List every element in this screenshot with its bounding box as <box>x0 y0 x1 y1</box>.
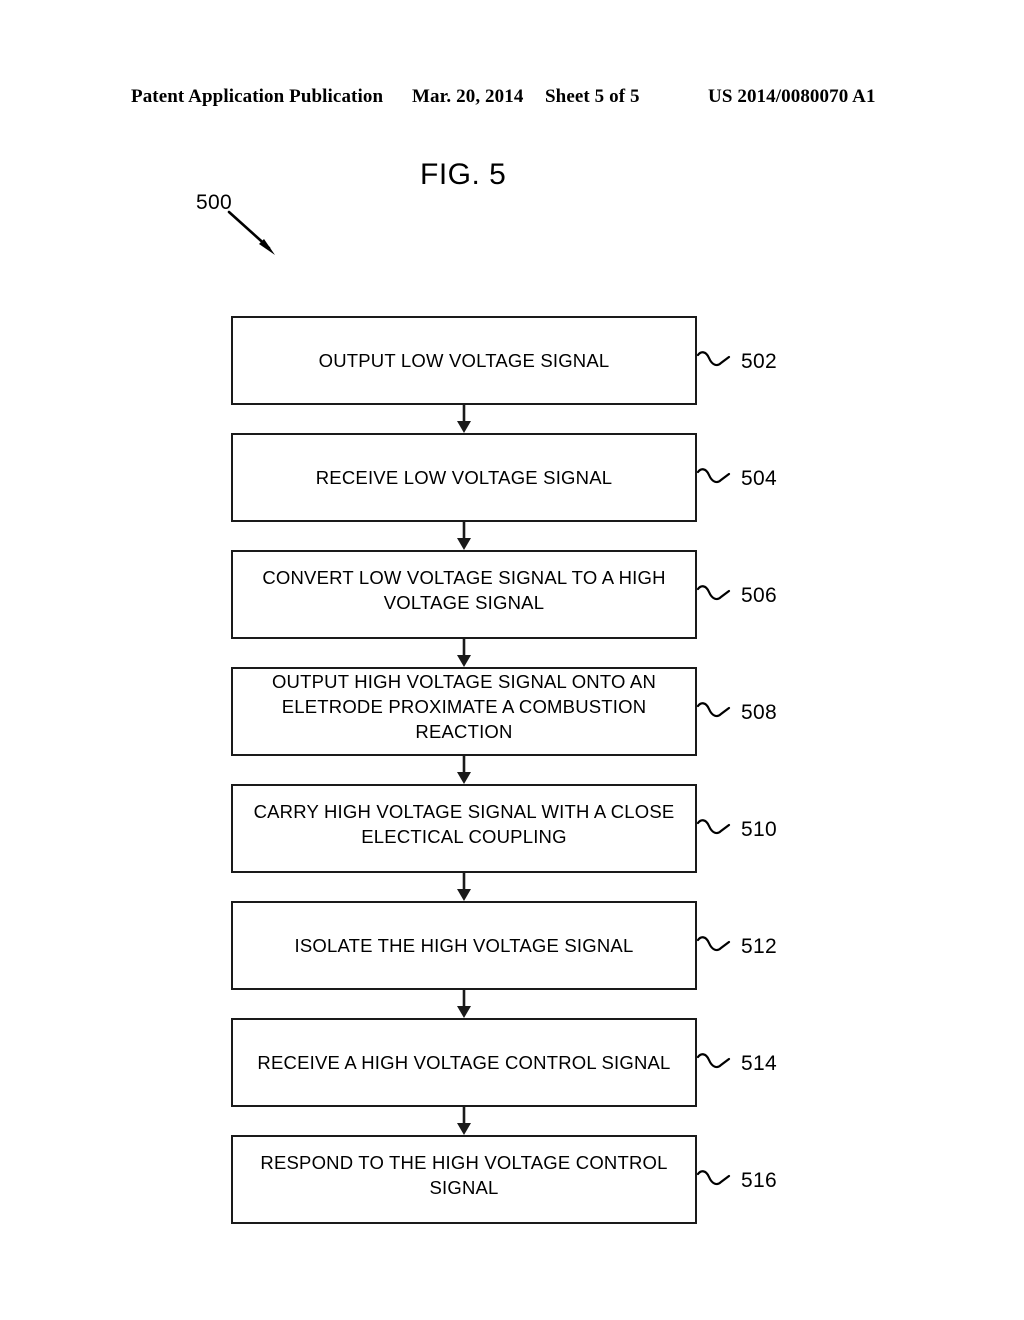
flowchart-500: OUTPUT LOW VOLTAGE SIGNAL 502 RECEIVE LOW … <box>231 316 777 1224</box>
flow-step-label-506: CONVERT LOW VOLTAGE SIGNAL TO A HIGH VOL… <box>262 566 666 613</box>
flow-step-ref-516: 516 <box>741 1168 777 1192</box>
flow-connector-504-to-506 <box>231 522 697 550</box>
figure-title: FIG. 5 <box>420 158 507 191</box>
flow-step-516: RESPOND TO THE HIGH VOLTAGE CONTROL SIGN… <box>231 1135 777 1224</box>
flow-step-514: RECEIVE A HIGH VOLTAGE CONTROL SIGNAL 514 <box>231 1018 777 1107</box>
flow-step-leader-512: 512 <box>697 901 777 990</box>
flow-connector-506-to-508 <box>231 639 697 667</box>
flow-step-box-502[interactable]: OUTPUT LOW VOLTAGE SIGNAL <box>231 316 697 405</box>
flow-step-504: RECEIVE LOW VOLTAGE SIGNAL 504 <box>231 433 777 522</box>
flow-step-ref-508: 508 <box>741 700 777 724</box>
flow-step-box-516[interactable]: RESPOND TO THE HIGH VOLTAGE CONTROL SIGN… <box>231 1135 697 1224</box>
squiggle-leader-icon <box>697 1052 731 1068</box>
squiggle-leader-icon <box>697 584 731 600</box>
flow-step-box-504[interactable]: RECEIVE LOW VOLTAGE SIGNAL <box>231 433 697 522</box>
flow-step-leader-516: 516 <box>697 1135 777 1224</box>
flow-connector-arrow-icon <box>457 639 471 667</box>
squiggle-leader-icon <box>697 467 731 483</box>
flow-step-label-502: OUTPUT LOW VOLTAGE SIGNAL <box>318 350 610 371</box>
squiggle-leader-icon <box>697 1169 731 1185</box>
flow-step-502: OUTPUT LOW VOLTAGE SIGNAL 502 <box>231 316 777 405</box>
flow-connector-arrow-icon <box>457 990 471 1018</box>
squiggle-leader-icon <box>697 701 731 717</box>
flow-step-leader-508: 508 <box>697 667 777 756</box>
flow-step-box-514[interactable]: RECEIVE A HIGH VOLTAGE CONTROL SIGNAL <box>231 1018 697 1107</box>
flow-step-ref-510: 510 <box>741 817 777 841</box>
header-date-label: Mar. 20, 2014 <box>412 86 524 107</box>
flow-connector-arrow-icon <box>457 522 471 550</box>
header-sheet-label: Sheet 5 of 5 <box>545 86 640 107</box>
flow-connector-arrow-icon <box>457 756 471 784</box>
flow-step-508: OUTPUT HIGH VOLTAGE SIGNAL ONTO AN ELETR… <box>231 667 777 756</box>
flow-step-label-512: ISOLATE THE HIGH VOLTAGE SIGNAL <box>294 935 634 956</box>
flow-step-box-510[interactable]: CARRY HIGH VOLTAGE SIGNAL WITH A CLOSE E… <box>231 784 697 873</box>
squiggle-leader-icon <box>697 935 731 951</box>
flow-connector-512-to-514 <box>231 990 697 1018</box>
flow-step-510: CARRY HIGH VOLTAGE SIGNAL WITH A CLOSE E… <box>231 784 777 873</box>
flow-step-leader-506: 506 <box>697 550 777 639</box>
flow-step-label-508: OUTPUT HIGH VOLTAGE SIGNAL ONTO AN ELETR… <box>271 671 657 742</box>
header-publication-label: Patent Application Publication <box>131 86 384 107</box>
flow-step-leader-514: 514 <box>697 1018 777 1107</box>
flow-step-label-510: CARRY HIGH VOLTAGE SIGNAL WITH A CLOSE E… <box>253 800 675 847</box>
flow-step-ref-512: 512 <box>741 934 777 958</box>
flow-step-box-506[interactable]: CONVERT LOW VOLTAGE SIGNAL TO A HIGH VOL… <box>231 550 697 639</box>
flow-step-label-516: RESPOND TO THE HIGH VOLTAGE CONTROL SIGN… <box>260 1151 668 1198</box>
flow-step-leader-510: 510 <box>697 784 777 873</box>
flow-step-ref-514: 514 <box>741 1051 777 1075</box>
flow-step-506: CONVERT LOW VOLTAGE SIGNAL TO A HIGH VOL… <box>231 550 777 639</box>
flow-step-box-508[interactable]: OUTPUT HIGH VOLTAGE SIGNAL ONTO AN ELETR… <box>231 667 697 756</box>
flow-step-label-504: RECEIVE LOW VOLTAGE SIGNAL <box>315 467 613 488</box>
flow-connector-arrow-icon <box>457 1107 471 1135</box>
squiggle-leader-icon <box>697 818 731 834</box>
flow-connector-514-to-516 <box>231 1107 697 1135</box>
flow-connector-arrow-icon <box>457 405 471 433</box>
flow-step-box-512[interactable]: ISOLATE THE HIGH VOLTAGE SIGNAL <box>231 901 697 990</box>
flow-step-512: ISOLATE THE HIGH VOLTAGE SIGNAL 512 <box>231 901 777 990</box>
flow-step-ref-506: 506 <box>741 583 777 607</box>
flow-connector-508-to-510 <box>231 756 697 784</box>
flow-connector-502-to-504 <box>231 405 697 433</box>
flow-step-ref-502: 502 <box>741 349 777 373</box>
page-header: Patent Application Publication Mar. 20, … <box>0 86 1024 112</box>
header-document-number: US 2014/0080070 A1 <box>708 86 876 107</box>
figure-reference-arrow-icon <box>227 210 275 255</box>
flow-connector-510-to-512 <box>231 873 697 901</box>
flow-step-label-514: RECEIVE A HIGH VOLTAGE CONTROL SIGNAL <box>257 1052 671 1073</box>
flow-connector-arrow-icon <box>457 873 471 901</box>
squiggle-leader-icon <box>697 350 731 366</box>
flow-step-leader-504: 504 <box>697 433 777 522</box>
flow-step-leader-502: 502 <box>697 316 777 405</box>
flow-step-ref-504: 504 <box>741 466 777 490</box>
